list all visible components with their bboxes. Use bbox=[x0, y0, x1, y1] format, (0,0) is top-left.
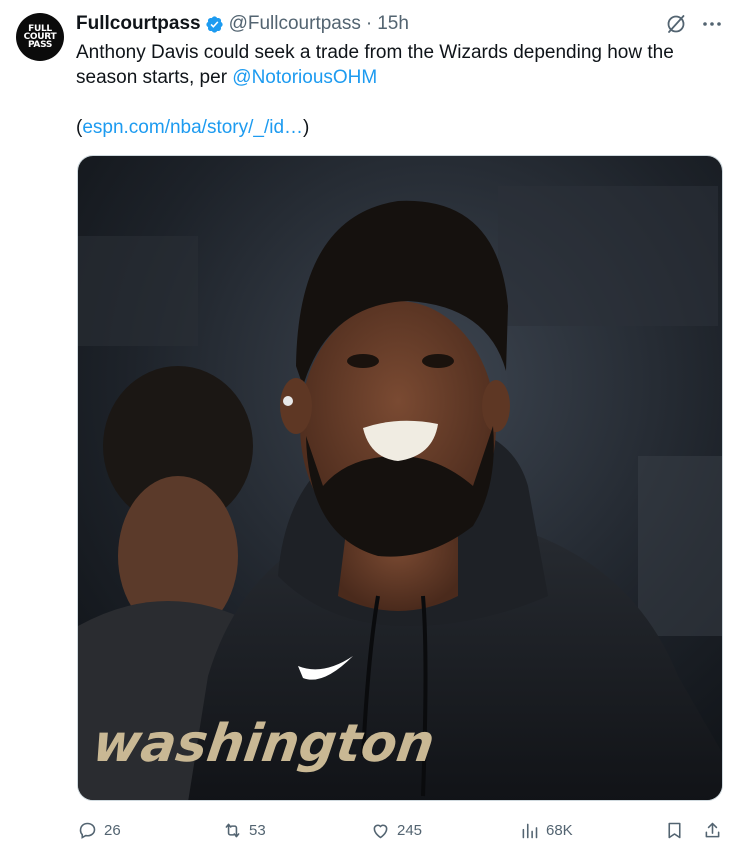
action-bar: 26 53 245 68K bbox=[0, 815, 738, 845]
verified-badge-icon bbox=[205, 15, 223, 33]
tweet-text: Anthony Davis could seek a trade from th… bbox=[76, 40, 716, 140]
tweet-source-line: (espn.com/nba/story/_/id…) bbox=[76, 115, 716, 140]
link-close-paren: ) bbox=[303, 117, 310, 138]
like-icon bbox=[373, 824, 388, 838]
views-count: 68K bbox=[546, 821, 573, 839]
share-icon bbox=[705, 822, 720, 837]
bookmark-button[interactable] bbox=[664, 815, 685, 845]
views-icon bbox=[522, 823, 538, 838]
author-name[interactable]: Fullcourtpass bbox=[76, 12, 201, 36]
more-icon[interactable] bbox=[700, 12, 724, 36]
tweet-header: Fullcourtpass @Fullcourtpass · 15h bbox=[76, 12, 409, 36]
views-button[interactable]: 68K bbox=[519, 815, 573, 845]
like-count: 245 bbox=[397, 821, 423, 839]
avatar-line-3: PASS bbox=[27, 40, 53, 50]
mention-link[interactable]: @NotoriousOHM bbox=[232, 67, 377, 88]
article-link[interactable]: espn.com/nba/story/_/id… bbox=[82, 117, 303, 138]
hoodie-lettering: washington bbox=[89, 714, 438, 774]
grok-icon[interactable] bbox=[664, 12, 688, 36]
share-button[interactable] bbox=[702, 815, 723, 845]
retweet-button[interactable]: 53 bbox=[222, 815, 266, 845]
author-handle[interactable]: @Fullcourtpass bbox=[229, 12, 361, 36]
separator: · bbox=[365, 13, 373, 34]
tweet-body: Anthony Davis could seek a trade from th… bbox=[76, 40, 716, 90]
player-photo: washington bbox=[78, 156, 722, 800]
bookmark-icon bbox=[668, 822, 681, 838]
tweet-photo[interactable]: washington bbox=[77, 155, 723, 801]
reply-button[interactable]: 26 bbox=[77, 815, 121, 845]
avatar[interactable]: FULL COURT PASS bbox=[16, 13, 64, 61]
retweet-count: 53 bbox=[249, 821, 266, 839]
timestamp[interactable]: 15h bbox=[377, 12, 409, 36]
tweet: FULL COURT PASS Fullcourtpass @Fullcourt… bbox=[0, 0, 738, 850]
reply-count: 26 bbox=[104, 821, 121, 839]
reply-icon bbox=[79, 822, 96, 839]
retweet-icon bbox=[225, 823, 240, 837]
like-button[interactable]: 245 bbox=[370, 815, 422, 845]
